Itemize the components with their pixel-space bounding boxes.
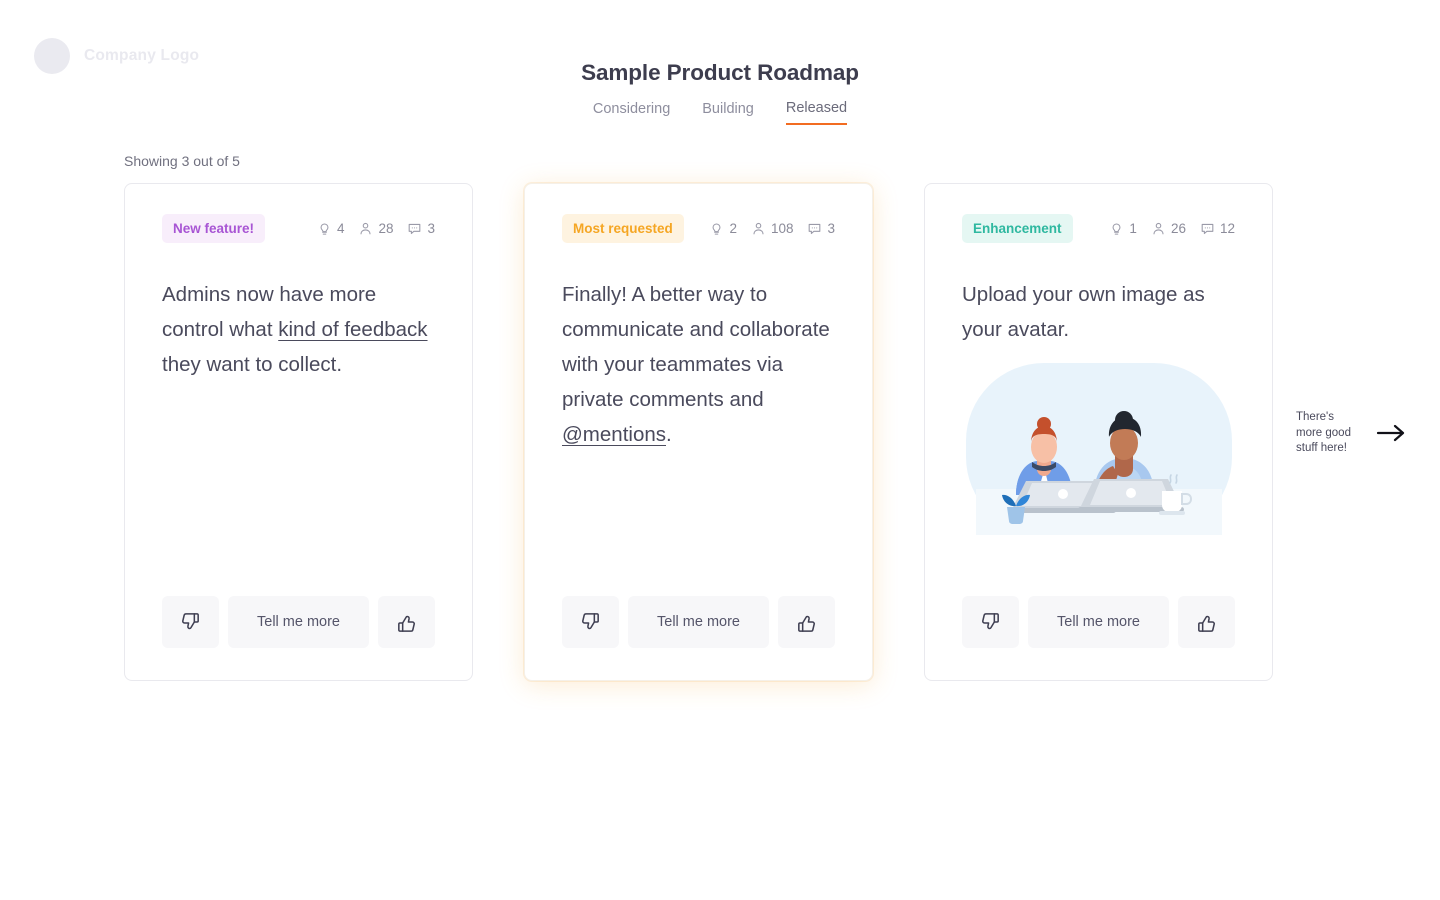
more-content-hint-label: There's more good stuff here!	[1296, 411, 1351, 454]
card-metrics: 1 26 12	[1109, 221, 1235, 236]
card-inline-link[interactable]: kind of feedback	[278, 318, 427, 341]
card-body: Admins now have more control what kind o…	[162, 277, 435, 596]
card-header: Most requested 2 108 3	[562, 214, 835, 243]
metric-comments: 3	[407, 221, 435, 236]
metric-ideas: 4	[317, 221, 345, 236]
card-metrics: 4 28 3	[317, 221, 435, 236]
metric-voters-value: 28	[378, 221, 394, 236]
like-button[interactable]	[378, 596, 435, 648]
metric-voters-value: 108	[770, 221, 794, 236]
tab-considering[interactable]: Considering	[593, 100, 670, 125]
lightbulb-icon	[320, 223, 329, 235]
lightbulb-icon	[1112, 223, 1121, 235]
tell-me-more-button[interactable]: Tell me more	[628, 596, 769, 648]
like-button[interactable]	[1178, 596, 1235, 648]
roadmap-card[interactable]: Enhancement 1 26 12 Upload your own imag…	[924, 183, 1273, 681]
person-icon	[1153, 222, 1164, 235]
card-header: New feature! 4 28 3	[162, 214, 435, 243]
status-badge: Enhancement	[962, 214, 1073, 243]
card-body: Finally! A better way to communicate and…	[562, 277, 835, 596]
thumbs-up-icon	[398, 615, 415, 632]
card-text-after: they want to collect.	[162, 353, 343, 376]
metric-comments: 3	[807, 221, 835, 236]
dislike-button[interactable]	[962, 596, 1019, 648]
metric-ideas-value: 4	[336, 221, 345, 236]
metric-comments-value: 3	[427, 221, 435, 236]
metric-comments-value: 12	[1219, 221, 1235, 236]
roadmap-card-list: New feature! 4 28 3 Admins now have more…	[124, 183, 1273, 681]
comment-icon	[1201, 223, 1214, 235]
comment-icon	[409, 223, 421, 235]
arrow-right-icon[interactable]	[1376, 422, 1406, 444]
page-title: Sample Product Roadmap	[581, 60, 859, 85]
status-badge: New feature!	[162, 214, 266, 243]
page-header: Sample Product Roadmap Considering Build…	[0, 60, 1440, 125]
metric-ideas: 1	[1109, 221, 1137, 236]
tell-me-more-button[interactable]: Tell me more	[228, 596, 369, 648]
roadmap-card[interactable]: New feature! 4 28 3 Admins now have more…	[124, 183, 473, 681]
tell-me-more-button[interactable]: Tell me more	[1028, 596, 1169, 648]
thumbs-down-icon	[982, 612, 999, 629]
metric-comments: 12	[1200, 221, 1235, 236]
metric-ideas-value: 1	[1129, 221, 1137, 236]
roadmap-card[interactable]: Most requested 2 108 3 Finally! A better…	[524, 183, 873, 681]
metric-ideas: 2	[709, 221, 737, 236]
person-icon	[360, 222, 371, 235]
metric-voters: 28	[358, 221, 393, 236]
status-badge: Most requested	[562, 214, 684, 243]
person-icon	[753, 222, 764, 235]
card-body: Upload your own image as your avatar.	[962, 277, 1235, 347]
metric-comments-value: 3	[827, 221, 835, 236]
tab-released[interactable]: Released	[785, 100, 848, 125]
thumbs-up-icon	[798, 615, 815, 632]
metric-voters-value: 26	[1170, 221, 1186, 236]
lightbulb-icon	[712, 223, 721, 235]
metric-voters: 108	[751, 221, 794, 236]
dislike-button[interactable]	[162, 596, 219, 648]
card-actions: Tell me more	[962, 596, 1235, 648]
tab-building[interactable]: Building	[702, 100, 754, 125]
thumbs-down-icon	[582, 612, 599, 629]
tab-bar: Considering Building Released	[0, 100, 1440, 125]
thumbs-down-icon	[182, 612, 199, 629]
showing-count: Showing 3 out of 5	[124, 153, 240, 169]
card-metrics: 2 108 3	[709, 221, 835, 236]
two-people-at-laptops-illustration	[965, 363, 1232, 535]
card-header: Enhancement 1 26 12	[962, 214, 1235, 243]
comment-icon	[809, 223, 821, 235]
card-actions: Tell me more	[162, 596, 435, 648]
metric-voters: 26	[1151, 221, 1186, 236]
roadmap-page: Company Logo Sample Product Roadmap Cons…	[0, 0, 1440, 900]
like-button[interactable]	[778, 596, 835, 648]
card-inline-link[interactable]: @mentions	[562, 423, 666, 446]
card-text-before: Upload your own image as your avatar.	[962, 283, 1205, 341]
metric-ideas-value: 2	[729, 221, 737, 236]
dislike-button[interactable]	[562, 596, 619, 648]
card-actions: Tell me more	[562, 596, 835, 648]
more-content-hint: There's more good stuff here!	[1296, 410, 1406, 457]
thumbs-up-icon	[1198, 615, 1215, 632]
card-text-before: Finally! A better way to communicate and…	[562, 283, 830, 411]
card-text-after: .	[666, 423, 672, 446]
